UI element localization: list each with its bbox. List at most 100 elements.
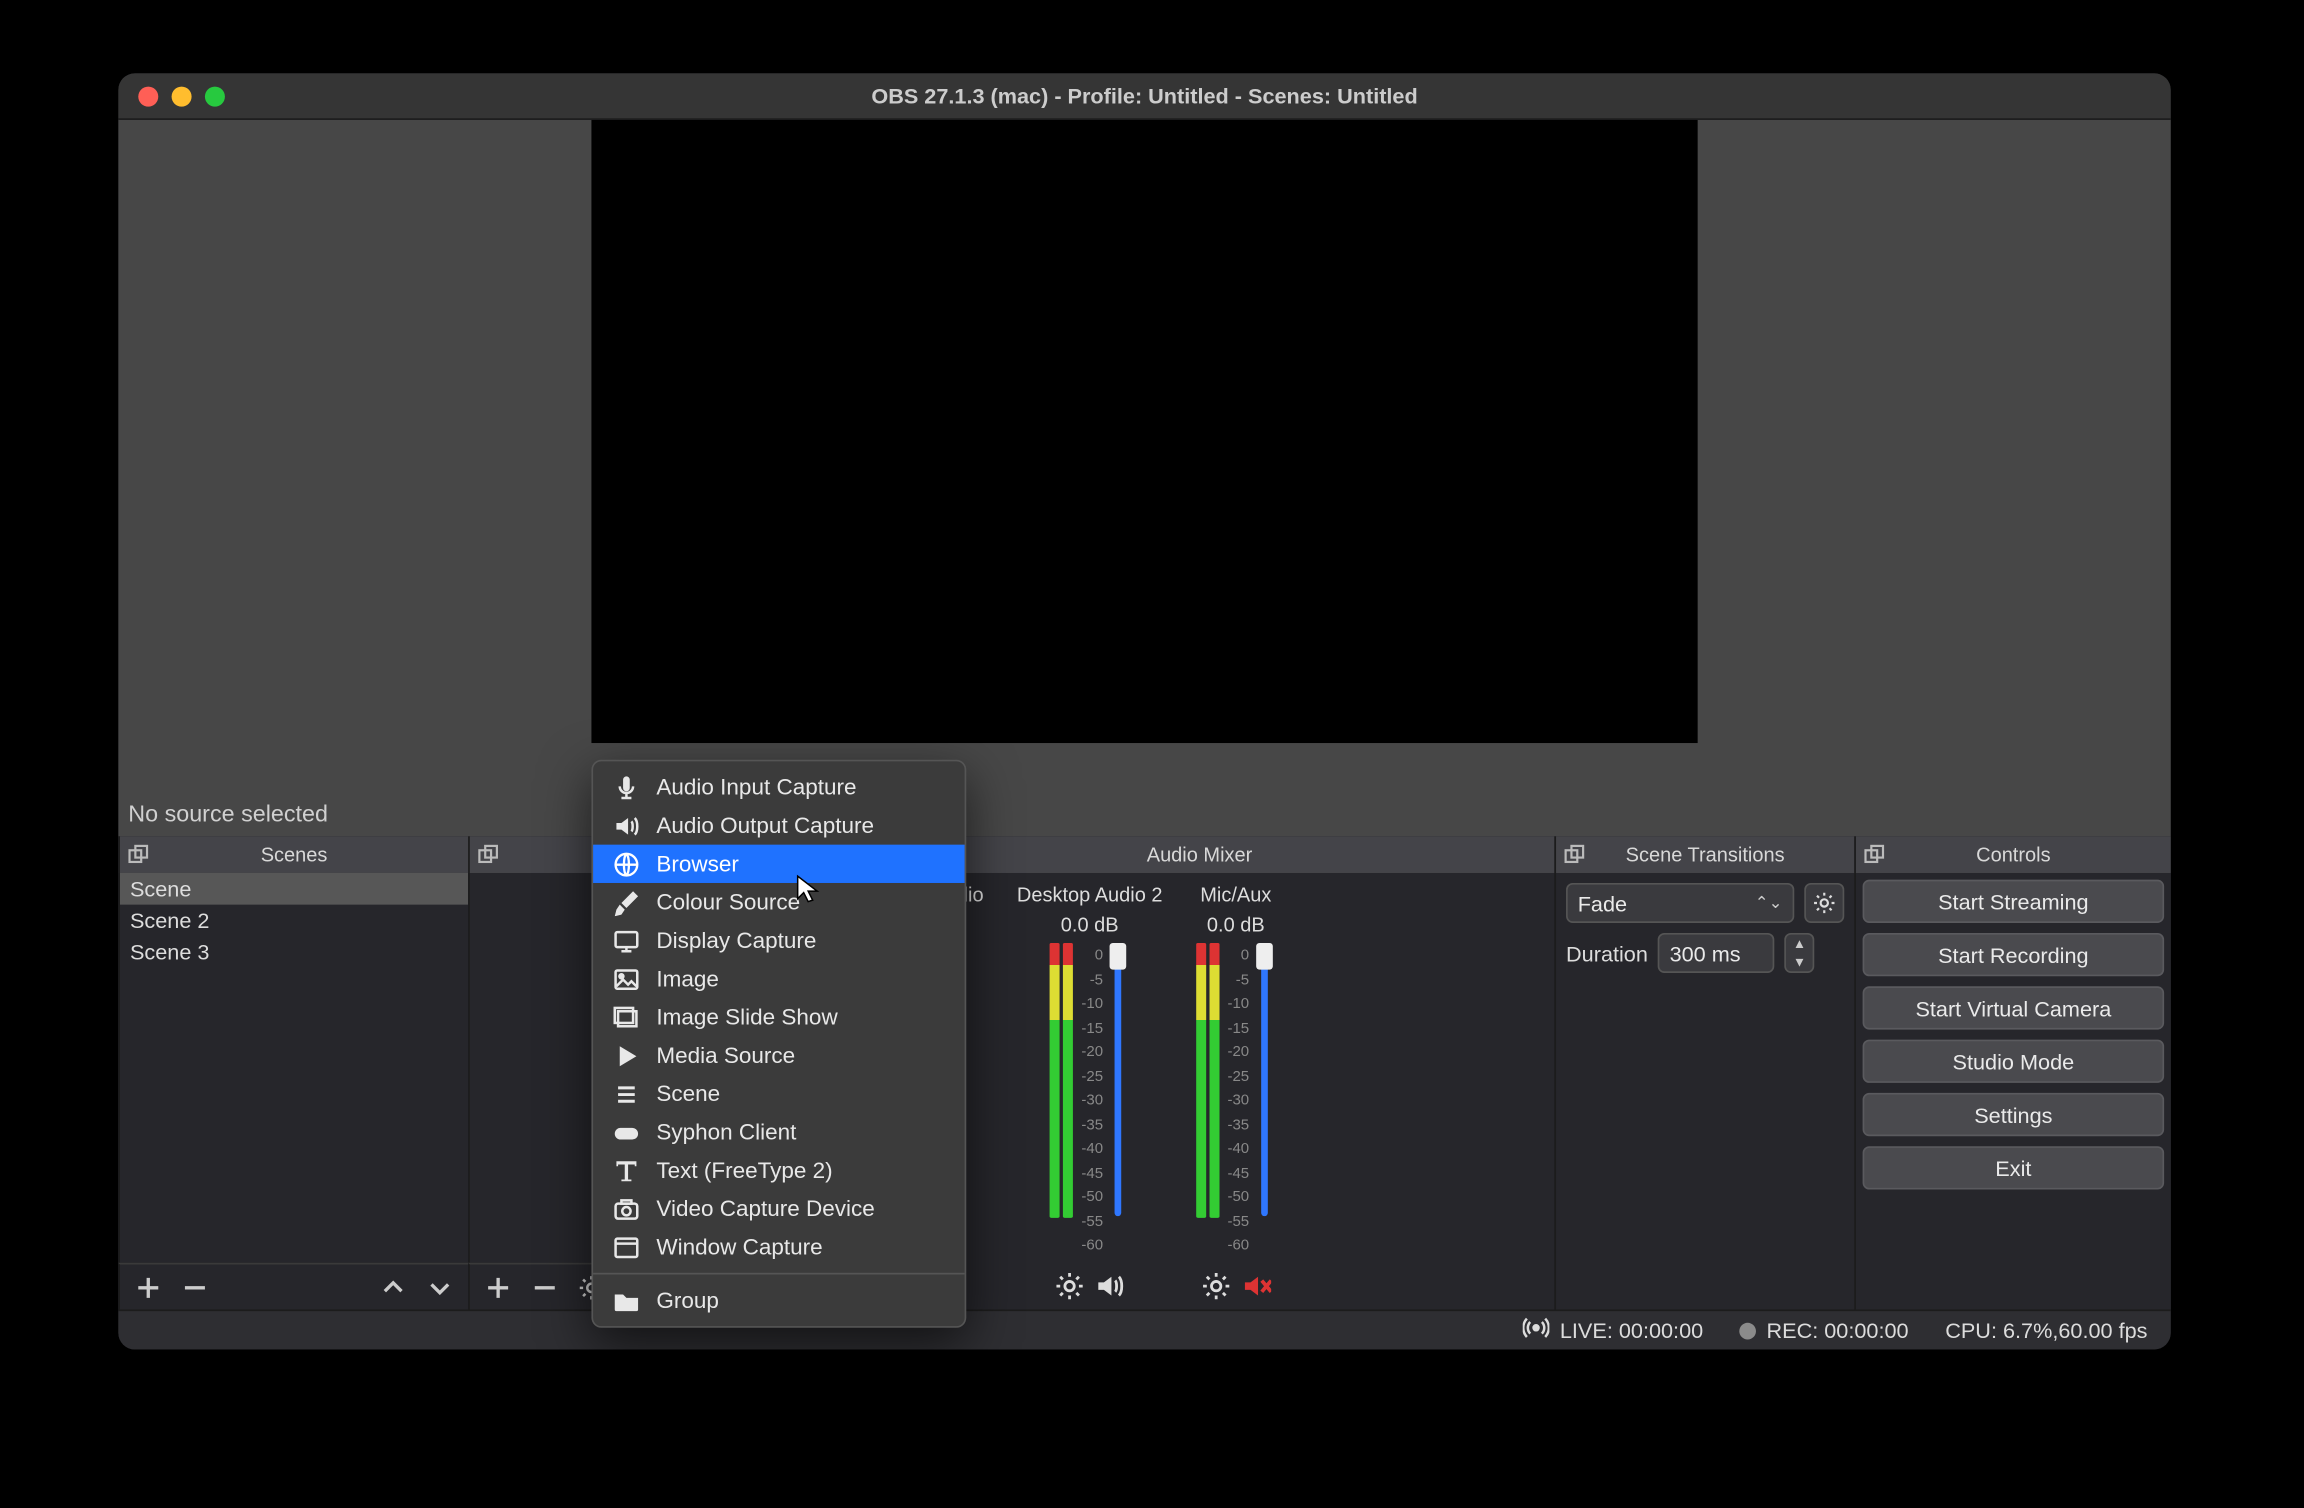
no-source-label: No source selected xyxy=(128,800,328,827)
scenes-dock: Scenes Scene Scene 2 Scene 3 xyxy=(118,836,468,1309)
monitor-icon xyxy=(613,927,640,954)
image-icon xyxy=(613,965,640,992)
menu-item-text[interactable]: Text (FreeType 2) xyxy=(593,1151,965,1189)
meter-scale: 0-5-10-15-20-25-30-35-40-45-50-55-60 xyxy=(1223,943,1250,1257)
transitions-dock: Scene Transitions Fade ⌃⌄ Duration xyxy=(1554,836,1854,1309)
menu-item-video-capture-device[interactable]: Video Capture Device xyxy=(593,1190,965,1228)
speaker-icon[interactable] xyxy=(1095,1270,1125,1300)
controls-title: Controls xyxy=(1976,843,2050,866)
close-window-button[interactable] xyxy=(138,86,158,106)
gamepad-icon xyxy=(613,1119,640,1146)
scene-item[interactable]: Scene 2 xyxy=(120,905,468,937)
volume-slider[interactable] xyxy=(1106,943,1129,1226)
start-recording-button[interactable]: Start Recording xyxy=(1863,933,2165,976)
menu-item-scene[interactable]: Scene xyxy=(593,1075,965,1113)
remove-scene-button[interactable] xyxy=(177,1269,214,1306)
channel-name: Desktop Audio 2 xyxy=(1017,883,1163,906)
play-icon xyxy=(613,1042,640,1069)
duration-input[interactable]: 300 ms xyxy=(1658,933,1775,973)
menu-item-image-slide-show[interactable]: Image Slide Show xyxy=(593,998,965,1036)
obs-window: OBS 27.1.3 (mac) - Profile: Untitled - S… xyxy=(118,73,2171,1349)
transition-selected: Fade xyxy=(1578,890,1627,915)
settings-button[interactable]: Settings xyxy=(1863,1093,2165,1136)
transition-props-button[interactable] xyxy=(1804,883,1844,923)
minimize-window-button[interactable] xyxy=(172,86,192,106)
speaker-muted-icon[interactable] xyxy=(1241,1270,1271,1300)
scenes-title: Scenes xyxy=(261,843,328,866)
menu-item-media-source[interactable]: Media Source xyxy=(593,1036,965,1074)
vu-meter xyxy=(1209,943,1219,1218)
transition-select[interactable]: Fade ⌃⌄ xyxy=(1566,883,1794,923)
scenes-header[interactable]: Scenes xyxy=(118,836,468,873)
popout-icon[interactable] xyxy=(127,843,150,866)
add-source-context-menu[interactable]: Audio Input Capture Audio Output Capture… xyxy=(591,760,966,1328)
titlebar[interactable]: OBS 27.1.3 (mac) - Profile: Untitled - S… xyxy=(118,73,2171,120)
window-title: OBS 27.1.3 (mac) - Profile: Untitled - S… xyxy=(118,83,2171,108)
menu-item-audio-input-capture[interactable]: Audio Input Capture xyxy=(593,768,965,806)
menu-item-group[interactable]: Group xyxy=(593,1281,965,1319)
controls-dock: Controls Start Streaming Start Recording… xyxy=(1854,836,2171,1309)
status-bar: LIVE: 00:00:00 REC: 00:00:00 CPU: 6.7%,6… xyxy=(118,1309,2171,1349)
scenes-toolbar xyxy=(118,1263,468,1310)
volume-slider[interactable] xyxy=(1252,943,1275,1226)
start-streaming-button[interactable]: Start Streaming xyxy=(1863,880,2165,923)
preview-area[interactable]: No source selected xyxy=(118,120,2171,836)
menu-item-audio-output-capture[interactable]: Audio Output Capture xyxy=(593,806,965,844)
controls-header[interactable]: Controls xyxy=(1854,836,2171,873)
menu-item-window-capture[interactable]: Window Capture xyxy=(593,1228,965,1266)
scenes-list[interactable]: Scene Scene 2 Scene 3 xyxy=(118,873,468,1263)
globe-icon xyxy=(613,850,640,877)
studio-mode-button[interactable]: Studio Mode xyxy=(1863,1040,2165,1083)
vu-meter xyxy=(1196,943,1206,1218)
duration-stepper[interactable]: ▲▼ xyxy=(1785,933,1815,973)
channel-name: Mic/Aux xyxy=(1200,883,1271,906)
scene-move-up-button[interactable] xyxy=(375,1269,412,1306)
transitions-title: Scene Transitions xyxy=(1626,843,1785,866)
mixer-title: Audio Mixer xyxy=(1147,843,1253,866)
chevron-updown-icon: ⌃⌄ xyxy=(1755,894,1783,912)
maximize-window-button[interactable] xyxy=(205,86,225,106)
text-icon xyxy=(613,1157,640,1184)
exit-button[interactable]: Exit xyxy=(1863,1146,2165,1189)
status-live: LIVE: 00:00:00 xyxy=(1523,1314,1703,1346)
transitions-header[interactable]: Scene Transitions xyxy=(1554,836,1854,873)
mixer-channel: Desktop Audio 2 0.0 dB 0-5-10-15-20-25-3… xyxy=(1017,883,1163,1309)
remove-source-button[interactable] xyxy=(526,1269,563,1306)
add-scene-button[interactable] xyxy=(130,1269,167,1306)
popout-icon[interactable] xyxy=(1563,843,1586,866)
window-icon xyxy=(613,1234,640,1261)
vu-meter xyxy=(1050,943,1060,1218)
camera-icon xyxy=(613,1195,640,1222)
scene-move-down-button[interactable] xyxy=(421,1269,458,1306)
add-source-button[interactable] xyxy=(480,1269,517,1306)
folder-icon xyxy=(613,1287,640,1314)
scene-item[interactable]: Scene xyxy=(120,873,468,905)
gear-icon[interactable] xyxy=(1201,1270,1231,1300)
mic-icon xyxy=(613,774,640,801)
preview-canvas[interactable] xyxy=(591,120,1697,743)
menu-item-browser[interactable]: Browser xyxy=(593,845,965,883)
slideshow-icon xyxy=(613,1004,640,1031)
duration-value: 300 ms xyxy=(1670,940,1741,965)
menu-separator xyxy=(593,1273,965,1275)
menu-item-display-capture[interactable]: Display Capture xyxy=(593,921,965,959)
scene-item[interactable]: Scene 3 xyxy=(120,936,468,968)
popout-icon[interactable] xyxy=(1863,843,1886,866)
list-icon xyxy=(613,1080,640,1107)
menu-item-colour-source[interactable]: Colour Source xyxy=(593,883,965,921)
menu-item-image[interactable]: Image xyxy=(593,960,965,998)
menu-item-syphon-client[interactable]: Syphon Client xyxy=(593,1113,965,1151)
status-cpu: CPU: 6.7%,60.00 fps xyxy=(1945,1318,2147,1343)
status-rec: REC: 00:00:00 xyxy=(1740,1318,1909,1343)
channel-db: 0.0 dB xyxy=(1207,913,1265,936)
channel-db: 0.0 dB xyxy=(1061,913,1119,936)
speaker-icon xyxy=(613,812,640,839)
meter-scale: 0-5-10-15-20-25-30-35-40-45-50-55-60 xyxy=(1076,943,1103,1257)
duration-label: Duration xyxy=(1566,940,1648,965)
vu-meter xyxy=(1063,943,1073,1218)
start-virtual-camera-button[interactable]: Start Virtual Camera xyxy=(1863,986,2165,1029)
broadcast-icon xyxy=(1523,1314,1550,1346)
gear-icon[interactable] xyxy=(1055,1270,1085,1300)
popout-icon[interactable] xyxy=(476,843,499,866)
mixer-channel: Mic/Aux 0.0 dB 0-5-10-15-20-25-30-35-40-… xyxy=(1196,883,1276,1309)
